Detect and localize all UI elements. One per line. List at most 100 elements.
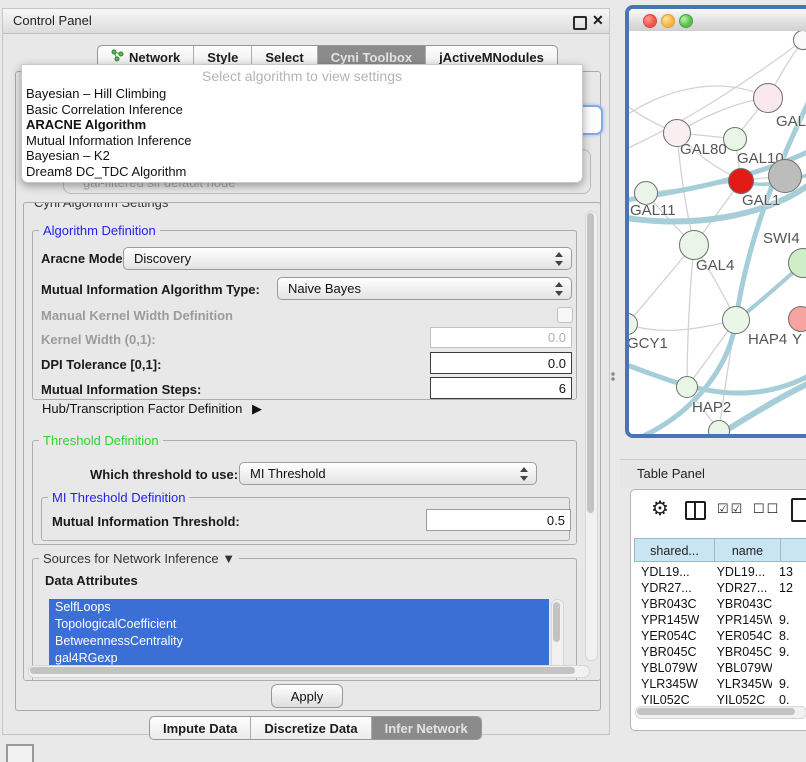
mi-type-combo[interactable]: Naive Bayes bbox=[277, 277, 572, 300]
scrollbar-thumb[interactable] bbox=[30, 667, 575, 674]
data-attribute-item[interactable]: BetweennessCentrality bbox=[49, 633, 549, 650]
network-node-gal[interactable] bbox=[753, 83, 783, 113]
which-threshold-combo[interactable]: MI Threshold bbox=[239, 462, 537, 485]
algorithm-definition-group: Algorithm Definition Aracne Mode: Discov… bbox=[32, 230, 577, 400]
dpi-tolerance-field[interactable]: 0.0 bbox=[430, 352, 572, 374]
network-tab-icon bbox=[111, 49, 124, 65]
table-cell: YPR145W bbox=[634, 612, 710, 628]
network-node-gal4[interactable] bbox=[679, 230, 709, 260]
network-node-hap4[interactable] bbox=[722, 306, 750, 334]
table-horizontal-scrollbar[interactable] bbox=[635, 706, 806, 719]
scrollbar-thumb[interactable] bbox=[553, 602, 560, 642]
tab-network-label: Network bbox=[129, 50, 180, 65]
table-row[interactable]: YLR345WYLR345W9. bbox=[634, 676, 806, 692]
table-row[interactable]: YBR043CYBR043C bbox=[634, 596, 806, 612]
table-panel-titlebar[interactable]: Table Panel bbox=[620, 459, 806, 488]
mi-threshold-field[interactable]: 0.5 bbox=[426, 509, 571, 531]
aracne-mode-combo[interactable]: Discovery bbox=[123, 247, 572, 270]
deselect-all-checkboxes-icon[interactable]: ☐☐ bbox=[753, 501, 780, 517]
scrollbar-thumb[interactable] bbox=[637, 708, 795, 715]
table-row[interactable]: YDL19...YDL19...13 bbox=[634, 564, 806, 580]
docked-panel-icon[interactable] bbox=[6, 744, 34, 762]
combo-stepper-icon bbox=[520, 467, 529, 481]
settings-vertical-scrollbar[interactable] bbox=[585, 211, 598, 661]
sources-title-text: Sources for Network Inference bbox=[43, 551, 219, 566]
table-header: shared... name bbox=[634, 538, 806, 562]
table-row[interactable]: YIL052CYIL052C0. bbox=[634, 692, 806, 704]
column-header-shared-name[interactable]: shared... bbox=[634, 538, 714, 562]
tab-discretize-data[interactable]: Discretize Data bbox=[251, 717, 371, 739]
network-node-hap2[interactable] bbox=[676, 376, 698, 398]
dpi-tolerance-value: 0.0 bbox=[548, 356, 566, 371]
mi-threshold-definition-group: MI Threshold Definition Mutual Informati… bbox=[41, 497, 570, 541]
settings-horizontal-scrollbar[interactable] bbox=[28, 665, 590, 678]
data-attribute-item[interactable]: TopologicalCoefficient bbox=[49, 616, 549, 633]
export-table-icon[interactable] bbox=[791, 498, 806, 522]
algorithm-option[interactable]: ARACNE Algorithm bbox=[22, 117, 582, 133]
select-all-checkboxes-icon[interactable]: ☑☑ bbox=[717, 501, 744, 517]
data-attributes-list[interactable]: SelfLoopsTopologicalCoefficientBetweenne… bbox=[49, 599, 549, 667]
manual-kernel-checkbox[interactable] bbox=[557, 307, 573, 323]
tab-impute-data[interactable]: Impute Data bbox=[150, 717, 251, 739]
kernel-width-field[interactable]: 0.0 bbox=[430, 327, 572, 348]
table-cell: YBL079W bbox=[710, 660, 772, 676]
gear-icon[interactable]: ⚙ bbox=[651, 496, 669, 521]
algorithm-option[interactable]: Mutual Information Inference bbox=[22, 133, 582, 149]
float-panel-icon[interactable] bbox=[573, 16, 587, 30]
window-zoom-icon[interactable] bbox=[679, 14, 693, 28]
table-panel-window: ⚙ ☑☑ ☐☐ shared... name YDL19...YDL19...1… bbox=[630, 489, 806, 731]
table-row[interactable]: YPR145WYPR145W9. bbox=[634, 612, 806, 628]
table-cell: YLR345W bbox=[634, 676, 710, 692]
table-cell: YBR045C bbox=[710, 644, 772, 660]
table-row[interactable]: YBR045CYBR045C9. bbox=[634, 644, 806, 660]
data-attributes-label: Data Attributes bbox=[45, 573, 138, 588]
table-cell: YDL19... bbox=[710, 564, 772, 580]
table-cell: YBR043C bbox=[710, 596, 772, 612]
table-body: YDL19...YDL19...13YDR27...YDR27...12YBR0… bbox=[634, 564, 806, 704]
network-view-window: GALGAL80GAL10GAL1GAL11SWI4GAL4GCY1HAP4YH… bbox=[625, 5, 806, 438]
attributes-list-scrollbar[interactable] bbox=[551, 599, 564, 669]
which-threshold-label: Which threshold to use: bbox=[90, 467, 238, 482]
table-panel-title: Table Panel bbox=[637, 466, 705, 481]
column-layout-icon[interactable] bbox=[685, 501, 706, 520]
manual-kernel-label: Manual Kernel Width Definition bbox=[41, 308, 233, 323]
table-row[interactable]: YER054CYER054C8. bbox=[634, 628, 806, 644]
window-close-icon[interactable] bbox=[643, 14, 657, 28]
tab-cyni-toolbox-label: Cyni Toolbox bbox=[331, 50, 412, 65]
network-window-titlebar[interactable] bbox=[629, 9, 806, 32]
table-row[interactable]: YDR27...YDR27...12 bbox=[634, 580, 806, 596]
data-attribute-item[interactable]: SelfLoops bbox=[49, 599, 549, 616]
network-canvas[interactable]: GALGAL80GAL10GAL1GAL11SWI4GAL4GCY1HAP4YH… bbox=[629, 31, 806, 438]
collapse-down-icon[interactable]: ▼ bbox=[222, 551, 235, 566]
node-label: Y bbox=[792, 331, 802, 348]
algorithm-option[interactable]: Bayesian – K2 bbox=[22, 148, 582, 164]
table-cell bbox=[772, 660, 806, 676]
algorithm-option[interactable]: Basic Correlation Inference bbox=[22, 102, 582, 118]
table-cell: YBR043C bbox=[634, 596, 710, 612]
control-panel-title: Control Panel bbox=[13, 13, 92, 28]
network-node-gal10[interactable] bbox=[723, 127, 747, 151]
algorithm-option[interactable]: Bayesian – Hill Climbing bbox=[22, 86, 582, 102]
node-label: GAL11 bbox=[630, 202, 676, 219]
algorithm-option[interactable]: Dream8 DC_TDC Algorithm bbox=[22, 164, 582, 180]
network-node[interactable] bbox=[708, 420, 730, 438]
scrollbar-thumb[interactable] bbox=[587, 213, 594, 513]
window-minimize-icon[interactable] bbox=[661, 14, 675, 28]
control-panel-titlebar[interactable]: Control Panel ✕ bbox=[3, 9, 609, 34]
combo-stepper-icon bbox=[555, 282, 564, 296]
table-row[interactable]: YBL079WYBL079W bbox=[634, 660, 806, 676]
column-header-name[interactable]: name bbox=[714, 538, 780, 562]
algorithm-definition-title: Algorithm Definition bbox=[39, 223, 160, 238]
mi-steps-field[interactable]: 6 bbox=[430, 377, 572, 399]
hub-definition-expander[interactable]: Hub/Transcription Factor Definition ▶ bbox=[42, 401, 262, 417]
table-cell: YIL052C bbox=[710, 692, 772, 704]
network-node[interactable] bbox=[768, 159, 802, 193]
split-divider-grip[interactable] bbox=[610, 371, 616, 382]
tab-infer-network[interactable]: Infer Network bbox=[372, 717, 481, 739]
network-node-gal1[interactable] bbox=[728, 168, 754, 194]
kernel-width-label: Kernel Width (0,1): bbox=[41, 332, 156, 347]
tab-style-label: Style bbox=[207, 50, 238, 65]
mi-type-label: Mutual Information Algorithm Type: bbox=[41, 282, 260, 297]
close-icon[interactable]: ✕ bbox=[592, 12, 604, 29]
column-header-partial[interactable] bbox=[780, 538, 806, 562]
